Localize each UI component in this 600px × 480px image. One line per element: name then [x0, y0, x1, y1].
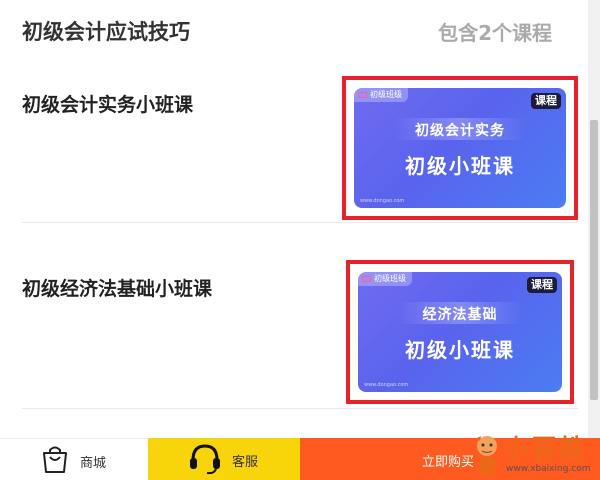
camera-icon — [362, 275, 371, 282]
camera-icon — [358, 91, 367, 98]
buy-label: 立即购买 — [422, 455, 475, 470]
thumb-site: www.dongao.com — [364, 382, 409, 388]
customer-service-tab[interactable]: 客服 — [148, 438, 300, 480]
mascot-icon — [477, 436, 497, 474]
course-item[interactable]: 初级会计实务小班课 初级班级 课程 初级会计实务 初级小班课 www.donga… — [0, 62, 588, 224]
thumb-subject: 经济法基础 — [422, 307, 498, 323]
shop-label: 商城 — [80, 456, 107, 471]
course-badge: 课程 — [527, 277, 557, 293]
shopping-bag-icon — [43, 446, 67, 473]
course-title[interactable]: 初级经济法基础小班课 — [22, 274, 212, 301]
watermark: 小百姓 www.xbaixing.com — [470, 428, 598, 480]
course-thumbnail[interactable]: 初级班级 课程 初级会计实务 初级小班课 www.dongao.com — [354, 88, 566, 208]
thumb-course-name: 初级小班课 — [405, 154, 515, 178]
live-tag: 初级班级 — [358, 272, 412, 286]
scrollbar-thumb[interactable] — [590, 120, 598, 400]
course-badge: 课程 — [531, 93, 561, 109]
course-item[interactable]: 初级经济法基础小班课 初级班级 课程 经济法基础 初级小班课 www.donga… — [0, 246, 588, 410]
course-package-header: 初级会计应试技巧 包含2个课程 — [0, 0, 588, 62]
service-label: 客服 — [232, 455, 259, 470]
thumb-subject: 初级会计实务 — [415, 123, 505, 139]
watermark-url: www.xbaixing.com — [506, 464, 591, 474]
thumb-site: www.dongao.com — [360, 198, 405, 204]
thumb-course-name: 初级小班课 — [405, 338, 515, 362]
course-thumbnail-highlight[interactable]: 初级班级 课程 初级会计实务 初级小班课 www.dongao.com — [342, 76, 578, 220]
divider — [22, 408, 578, 409]
shop-tab[interactable]: 商城 — [0, 438, 148, 480]
divider — [22, 222, 578, 223]
course-thumbnail-highlight[interactable]: 初级班级 课程 经济法基础 初级小班课 www.dongao.com — [346, 260, 574, 404]
course-title[interactable]: 初级会计实务小班课 — [22, 90, 193, 117]
headset-icon — [190, 444, 220, 475]
course-thumbnail[interactable]: 初级班级 课程 经济法基础 初级小班课 www.dongao.com — [358, 272, 562, 392]
course-count: 包含2个课程 — [438, 21, 552, 45]
package-title: 初级会计应试技巧 — [22, 20, 190, 44]
watermark-text: 小百姓 — [504, 434, 588, 462]
live-tag: 初级班级 — [354, 88, 408, 102]
